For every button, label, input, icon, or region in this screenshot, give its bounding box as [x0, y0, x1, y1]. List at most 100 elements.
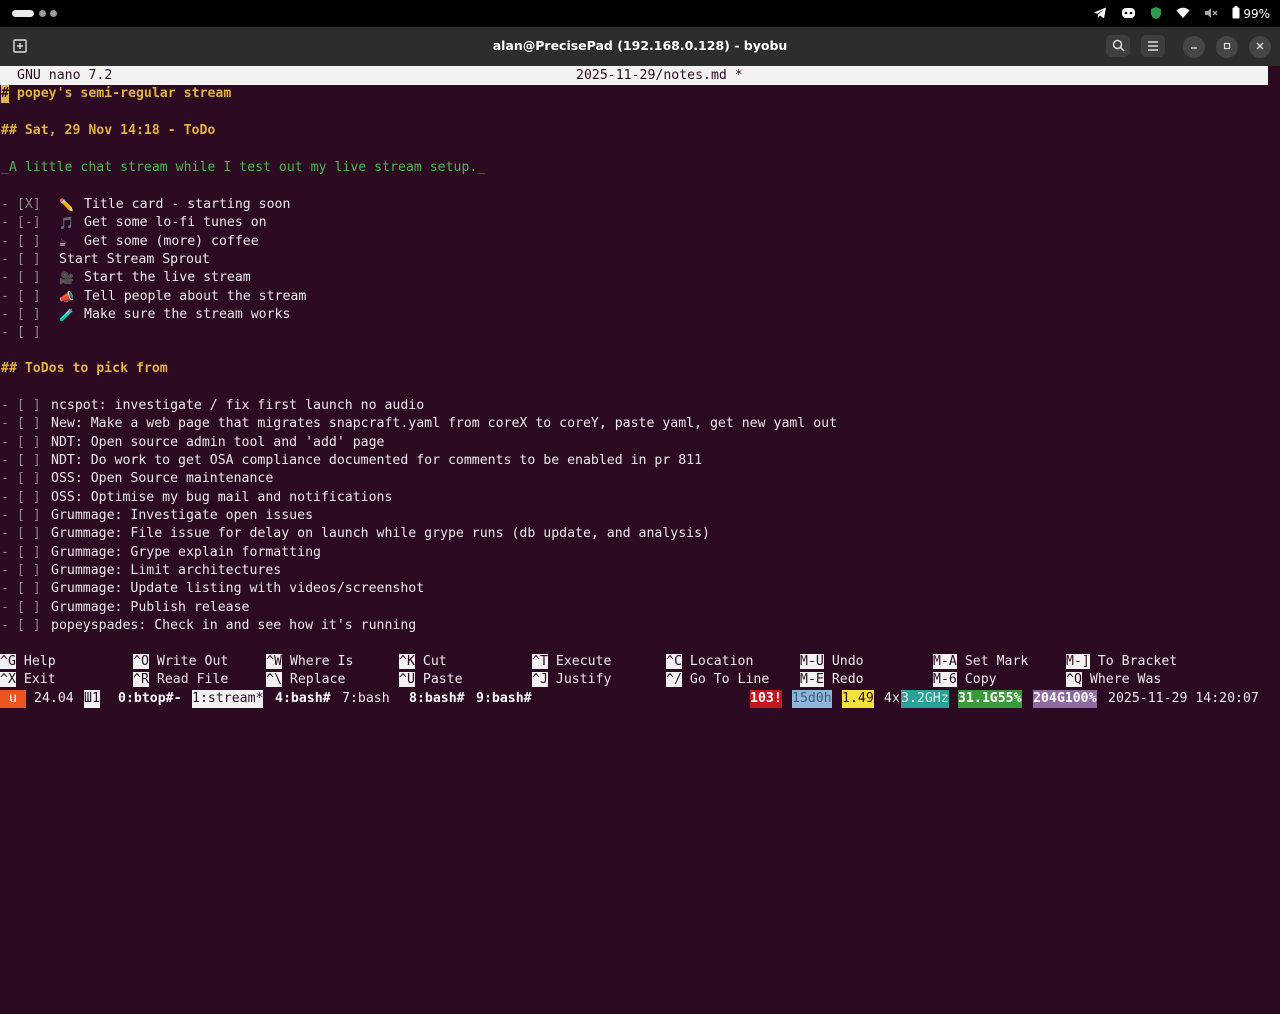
volume-muted-icon[interactable] — [1204, 7, 1218, 22]
memory-usage: 31.1G55% — [958, 690, 1022, 708]
item-emoji-icon: 🧪 — [59, 307, 74, 322]
heading-1: # popey's semi-regular stream — [1, 85, 231, 103]
window-tab-9[interactable]: 9:bash# — [476, 690, 532, 708]
checklist-item-text: Tell people about the stream — [84, 288, 307, 304]
shield-icon[interactable] — [1150, 6, 1162, 23]
todo-item: - [ ] Grummage: Investigate open issues — [1, 507, 313, 525]
shortcut-key: M-A — [933, 654, 957, 669]
window-tab-7[interactable]: 7:bash — [342, 690, 390, 708]
wifi-icon[interactable] — [1176, 7, 1190, 22]
todo-item-text: Grummage: File issue for delay on launch… — [51, 526, 710, 542]
checklist-item: - [-] 🎵 Get some lo-fi tunes on — [1, 214, 267, 232]
shortcut-label: Set Mark — [964, 654, 1029, 669]
shortcut-go-to-line[interactable]: ^/ Go To Line — [666, 671, 769, 689]
shortcut-redo[interactable]: M-E Redo — [800, 671, 864, 689]
shortcut-help[interactable]: ^G Help — [0, 653, 56, 671]
close-icon[interactable] — [1249, 36, 1271, 58]
release-version: 24.04 — [34, 691, 74, 706]
shortcut-label: To Bracket — [1097, 654, 1178, 669]
shortcut-execute[interactable]: ^T Execute — [532, 653, 611, 671]
workspace-indicator[interactable] — [39, 10, 46, 17]
shortcut-key: ^Q — [1066, 672, 1082, 687]
terminal-view[interactable]: GNU nano 7.2 2025-11-29/notes.md * # pop… — [0, 66, 1280, 720]
item-emoji-icon: 📣 — [59, 289, 74, 304]
discord-icon[interactable] — [1121, 7, 1136, 22]
disk-usage: 204G100% — [1033, 690, 1097, 708]
checkbox-marker: - [ ] — [1, 398, 41, 413]
workspace-indicator[interactable] — [50, 10, 57, 17]
checkbox-marker: - [ ] — [1, 526, 41, 542]
shortcut-key: ^G — [0, 654, 16, 669]
window-tab-0[interactable]: 0:btop#- — [118, 690, 182, 708]
checkbox-marker: - [-] — [1, 215, 41, 231]
shortcut-undo[interactable]: M-U Undo — [800, 653, 864, 671]
shortcut-key: ^C — [666, 654, 682, 669]
session-icon: Ш1 — [84, 690, 100, 708]
window-tab-4[interactable]: 4:bash# — [275, 690, 331, 708]
checkbox-marker: - [ ] — [1, 507, 41, 523]
shortcut-where-was[interactable]: ^Q Where Was — [1066, 671, 1161, 689]
checklist-item: - [ ] 🧪 Make sure the stream works — [1, 306, 290, 324]
shortcut-replace[interactable]: ^\ Replace — [266, 671, 345, 689]
todo-item-text: OSS: Optimise my bug mail and notificati… — [51, 489, 393, 505]
heading-1-text: popey's semi-regular stream — [8, 86, 232, 101]
telegram-icon[interactable] — [1093, 6, 1107, 23]
byobu-status-bar: u 24.04 Ш1 0:btop#- 1:stream* 4:bash# 7:… — [0, 690, 1280, 708]
maximize-icon[interactable] — [1216, 36, 1238, 58]
shortcut-exit[interactable]: ^X Exit — [0, 671, 56, 689]
checklist-item: - [ ] Start Stream Sprout — [1, 251, 210, 269]
shortcut-set-mark[interactable]: M-A Set Mark — [933, 653, 1028, 671]
checklist-item: - [ ] — [1, 324, 41, 342]
minimize-icon[interactable] — [1183, 36, 1205, 58]
shortcut-where-is[interactable]: ^W Where Is — [266, 653, 353, 671]
shortcut-write-out[interactable]: ^O Write Out — [133, 653, 228, 671]
system-top-bar: 99% — [0, 0, 1280, 27]
distro-badge: u — [0, 690, 26, 708]
updates-count: 103! — [750, 690, 782, 708]
todo-item: - [ ] popeyspades: Check in and see how i… — [1, 617, 416, 635]
checkbox-marker: - [ ] — [1, 617, 41, 633]
hamburger-menu-icon[interactable] — [1141, 35, 1165, 57]
shortcut-key: ^R — [133, 672, 149, 687]
todo-item: - [ ] OSS: Optimise my bug mail and notif… — [1, 489, 392, 507]
shortcut-label: Undo — [831, 654, 864, 669]
shortcut-key: ^X — [0, 672, 16, 687]
checkbox-marker: - [ ] — [1, 581, 41, 597]
checkbox-marker: - [ ] — [1, 416, 41, 432]
todo-item: - [ ] NDT: Open source admin tool and 'ad… — [1, 434, 384, 452]
shortcut-key: M-6 — [933, 672, 957, 687]
window-tab-1-active[interactable]: 1:stream* — [192, 690, 264, 708]
heading-date: ## Sat, 29 Nov 14:18 - ToDo — [1, 123, 216, 138]
checkbox-marker: - [X] — [1, 197, 41, 212]
shortcut-key: ^U — [399, 672, 415, 687]
search-icon[interactable] — [1106, 35, 1130, 57]
shortcut-label: Where Was — [1089, 672, 1162, 687]
workspace-indicator-active[interactable] — [12, 10, 34, 17]
window-tab-8[interactable]: 8:bash# — [409, 690, 465, 708]
todo-item: - [ ] Grummage: Update listing with video… — [1, 580, 424, 598]
shortcut-copy[interactable]: M-6 Copy — [933, 671, 997, 689]
shortcut-justify[interactable]: ^J Justify — [532, 671, 611, 689]
shortcut-read-file[interactable]: ^R Read File — [133, 671, 228, 689]
shortcut-label: Help — [23, 654, 56, 669]
shortcut-key: ^O — [133, 654, 149, 669]
shortcut-location[interactable]: ^C Location — [666, 653, 753, 671]
checklist-item-text: Start Stream Sprout — [59, 251, 210, 267]
checkbox-marker: - [ ] — [1, 471, 41, 487]
shortcut-paste[interactable]: ^U Paste — [399, 671, 463, 689]
shortcut-cut[interactable]: ^K Cut — [399, 653, 447, 671]
battery-icon — [1232, 6, 1240, 22]
checklist-item: - [ ] ☕ Get some (more) coffee — [1, 233, 259, 251]
shortcut-to-bracket[interactable]: M-] To Bracket — [1066, 653, 1177, 671]
checkbox-marker: - [ ] — [1, 325, 41, 341]
checklist-item: - [ ] 🎥 Start the live stream — [1, 269, 251, 287]
checkbox-marker: - [ ] — [1, 233, 41, 249]
checkbox-marker: - [ ] — [1, 544, 41, 560]
checklist-item-text: Title card - starting soon — [84, 197, 291, 212]
checklist-item-text: Get some (more) coffee — [84, 233, 259, 249]
battery-status[interactable]: 99% — [1232, 6, 1270, 22]
todo-item-text: Grummage: Grype explain formatting — [51, 544, 321, 560]
todo-item-text: New: Make a web page that migrates snapc… — [51, 416, 838, 432]
shortcut-label: Go To Line — [689, 672, 770, 687]
checkbox-marker: - [ ] — [1, 288, 41, 304]
